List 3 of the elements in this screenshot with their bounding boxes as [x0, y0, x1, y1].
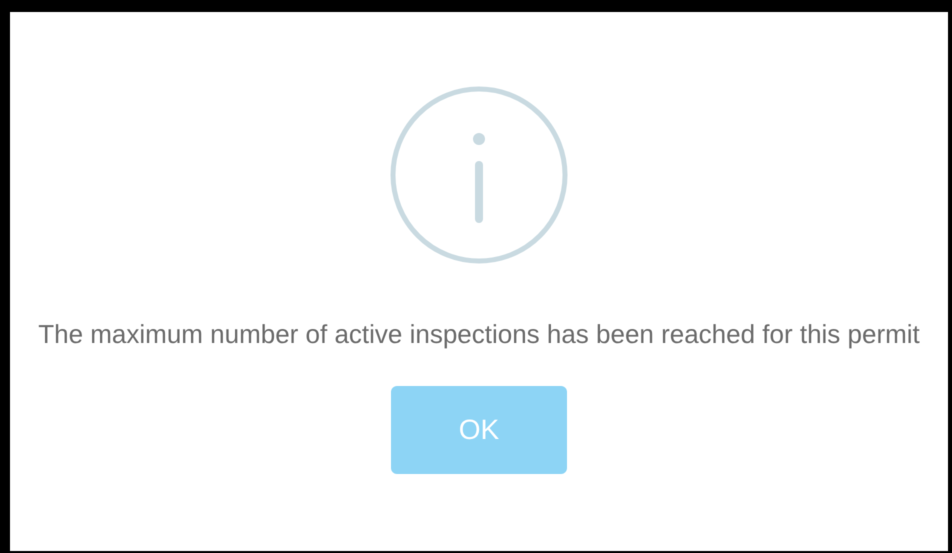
- info-icon: [390, 86, 568, 264]
- dialog-message: The maximum number of active inspections has been reached for this permit: [37, 318, 921, 351]
- ok-button[interactable]: OK: [391, 386, 567, 474]
